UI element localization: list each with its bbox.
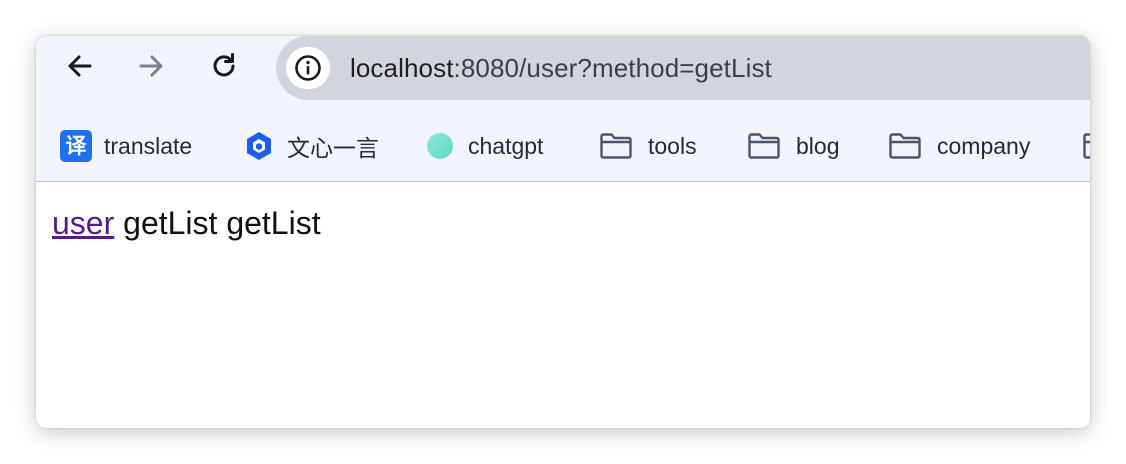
bookmark-chatgpt[interactable]: chatgpt [427, 124, 543, 168]
page-content: user getList getList [36, 182, 1090, 428]
bookmark-label: tools [648, 132, 697, 159]
bookmark-folder-tools[interactable]: tools [599, 124, 697, 168]
info-circle-icon [295, 55, 321, 81]
back-button[interactable] [63, 49, 97, 83]
chatgpt-dot-icon [427, 133, 453, 159]
bookmark-label: blog [796, 132, 840, 159]
bookmark-label: translate [104, 132, 193, 159]
browser-window: localhost:8080/user?method=getList 译 tra… [36, 36, 1090, 428]
bookmark-translate[interactable]: 译 translate [60, 124, 192, 168]
folder-icon [599, 132, 633, 160]
bookmarks-bar: 译 translate 文心一言 chatgpt tools blog comp… [36, 124, 1090, 168]
url-path: :8080/user?method=getList [453, 53, 772, 83]
bookmark-label: company [937, 132, 1031, 159]
bookmark-label: 文心一言 [287, 136, 379, 162]
url-host: localhost [350, 53, 454, 83]
folder-icon [888, 132, 922, 160]
reload-icon [213, 53, 235, 77]
page-text: getList [226, 205, 321, 241]
user-link[interactable]: user [52, 205, 114, 241]
wenxin-logo-icon [243, 130, 275, 162]
bookmark-folder-overflow[interactable] [1082, 124, 1090, 168]
page-text: getList [123, 205, 218, 241]
translate-icon: 译 [60, 130, 92, 162]
reload-button[interactable] [207, 49, 241, 83]
arrow-left-icon [68, 55, 92, 77]
page-text-line: user getList getList [52, 204, 321, 242]
url-text[interactable]: localhost:8080/user?method=getList [350, 52, 772, 84]
bookmark-folder-company[interactable]: company [888, 124, 1030, 168]
forward-button[interactable] [134, 49, 168, 83]
arrow-right-icon [139, 55, 163, 77]
address-bar[interactable]: localhost:8080/user?method=getList [276, 36, 1090, 100]
folder-icon [747, 132, 781, 160]
bookmark-wenxin[interactable]: 文心一言 [243, 124, 379, 168]
bookmark-folder-blog[interactable]: blog [747, 124, 839, 168]
folder-icon [1082, 132, 1090, 160]
browser-toolbar: localhost:8080/user?method=getList 译 tra… [36, 36, 1090, 182]
site-info-button[interactable] [286, 47, 330, 89]
bookmark-label: chatgpt [468, 132, 544, 159]
